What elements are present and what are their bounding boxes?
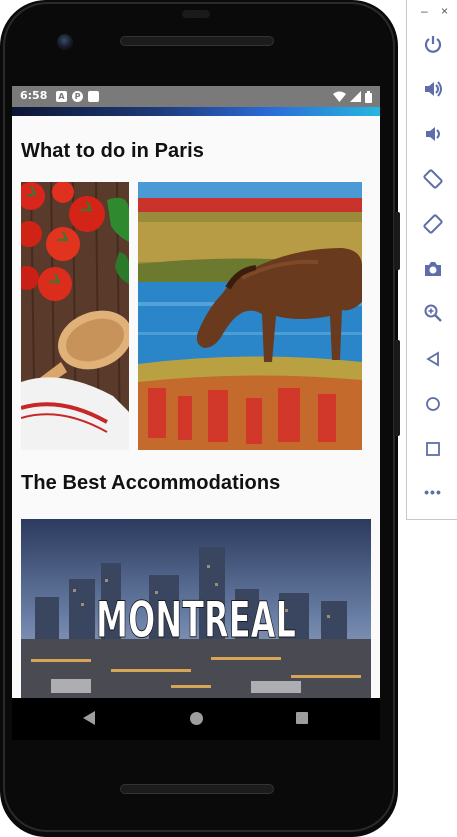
food-image-art <box>21 182 129 450</box>
status-bar: 6:58 A P <box>12 86 380 107</box>
emulator-toolbar: – × ••• <box>406 0 457 520</box>
front-camera-icon <box>57 34 73 50</box>
status-time: 6:58 <box>20 89 48 102</box>
navigation-bar <box>12 698 380 740</box>
p-badge-icon: P <box>72 91 83 102</box>
signal-icon <box>350 91 361 102</box>
minimize-button[interactable]: – <box>421 4 428 18</box>
close-button[interactable]: × <box>441 4 448 18</box>
back-icon[interactable] <box>83 711 95 725</box>
montreal-overlay-text: MONTREAL <box>96 591 296 649</box>
power-side-button[interactable] <box>394 212 400 270</box>
status-right-icons <box>333 90 372 103</box>
a-badge-icon: A <box>56 91 67 102</box>
rotate-left-icon[interactable] <box>421 167 445 191</box>
zoom-icon[interactable] <box>421 301 445 325</box>
section-title-accommodations: The Best Accommodations <box>21 472 281 494</box>
power-icon[interactable] <box>421 32 445 56</box>
food-image[interactable] <box>21 182 129 450</box>
home-icon[interactable] <box>190 712 203 725</box>
device-screen: 6:58 A P What to do in Paris The Best Ac… <box>12 86 380 698</box>
rotate-right-icon[interactable] <box>421 212 445 236</box>
battery-icon <box>365 90 372 103</box>
scroll-content[interactable]: What to do in Paris The Best Accommodati… <box>12 116 380 698</box>
emulator-home-icon[interactable] <box>421 392 445 416</box>
camera-icon[interactable] <box>421 257 445 281</box>
header-image-strip <box>12 107 380 116</box>
emulator-stage: 6:58 A P What to do in Paris The Best Ac… <box>0 0 457 837</box>
earpiece-speaker <box>120 36 274 46</box>
horse-image-art <box>138 182 362 450</box>
horse-image[interactable] <box>138 182 362 450</box>
sd-card-icon <box>88 91 99 102</box>
volume-down-icon[interactable] <box>421 122 445 146</box>
montreal-image-art: MONTREAL <box>21 519 371 698</box>
top-sensor <box>182 10 210 18</box>
more-options-icon[interactable]: ••• <box>421 484 445 500</box>
overview-icon[interactable] <box>421 437 445 461</box>
wifi-icon <box>333 91 346 102</box>
bottom-speaker <box>120 784 274 794</box>
section-title-paris: What to do in Paris <box>21 140 205 162</box>
recents-icon[interactable] <box>296 712 308 724</box>
montreal-image[interactable]: MONTREAL <box>21 519 371 698</box>
volume-side-button[interactable] <box>394 340 400 436</box>
volume-up-icon[interactable] <box>421 77 445 101</box>
emulator-back-icon[interactable] <box>421 347 445 371</box>
